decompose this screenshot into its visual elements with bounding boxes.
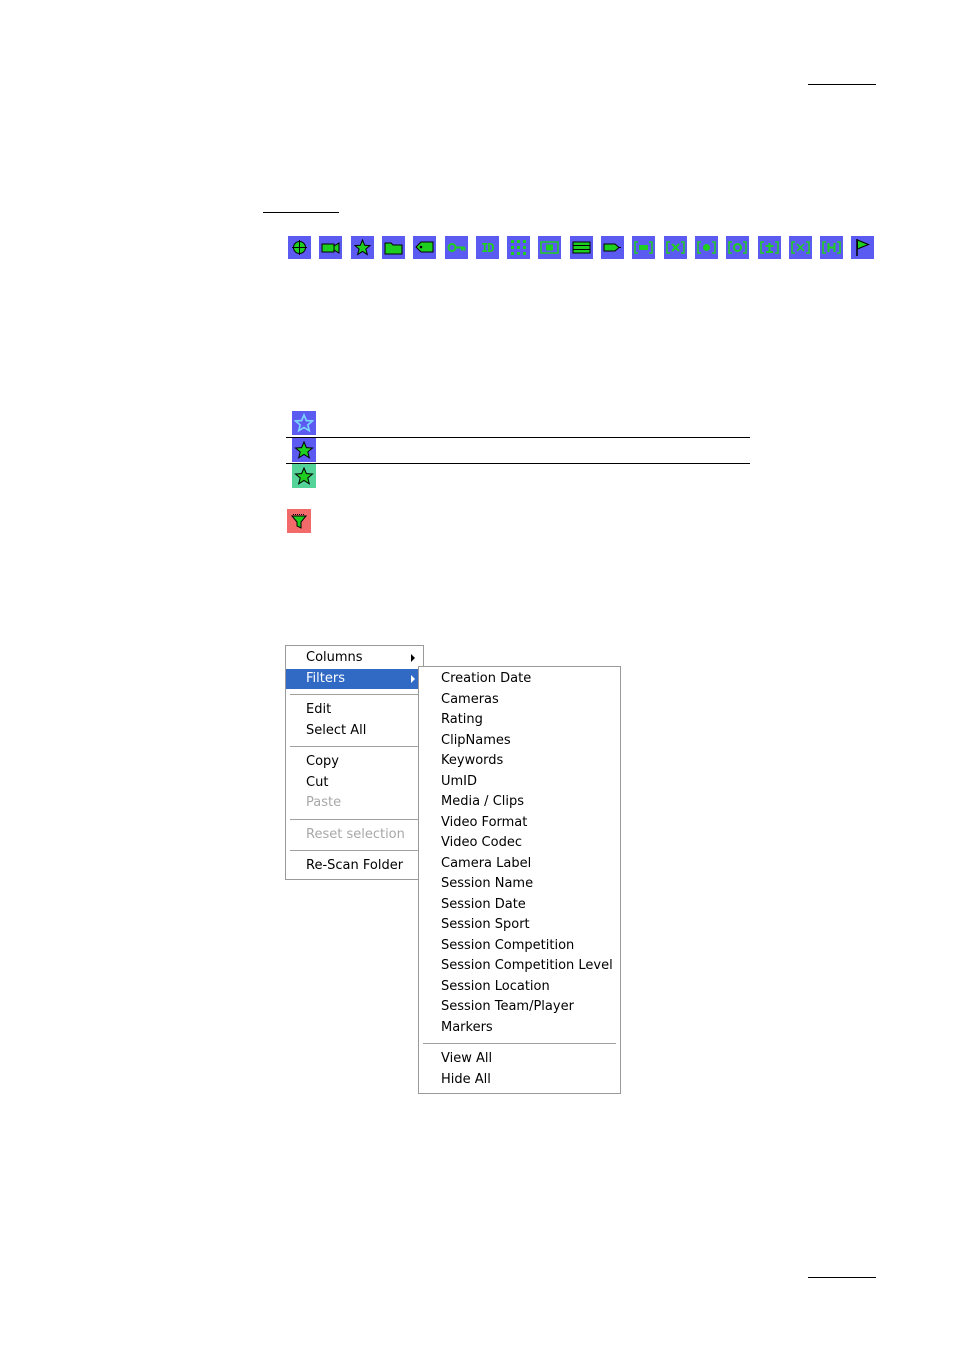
camera-icon[interactable] [319,236,343,259]
section-underline [263,212,339,213]
filter-item[interactable]: Media / Clips [419,792,620,813]
indicator-divider-1 [286,437,750,438]
filter-item[interactable]: UmID [419,772,620,793]
menu-item-select-all[interactable]: Select All [286,721,423,742]
star-outline-icon [292,411,316,435]
camera-label-icon[interactable] [632,236,656,259]
filter-item[interactable]: Creation Date [419,669,620,690]
session-date-icon[interactable] [694,236,718,259]
menu-item-copy[interactable]: Copy [286,752,423,773]
context-menu: Columns Filters Edit Select All Copy Cut… [285,645,424,880]
id-icon[interactable]: ID [475,236,499,259]
video-format-icon[interactable] [569,236,593,259]
star-icon[interactable] [350,236,374,259]
menu-separator [423,1043,616,1045]
submenu-arrow-icon [411,654,415,662]
menu-separator [290,746,419,748]
star-filled-icon [292,438,316,462]
menu-item-rescan-folder[interactable]: Re-Scan Folder [286,856,423,877]
indicator-divider-2 [286,463,750,464]
session-location-icon[interactable] [820,236,844,259]
menu-item-filters[interactable]: Filters [286,668,423,689]
filter-item[interactable]: Session Competition Level [419,956,620,977]
grid-icon[interactable] [507,236,531,259]
key-icon[interactable] [444,236,468,259]
menu-item-paste: Paste [306,795,342,810]
filter-item[interactable]: ClipNames [419,731,620,752]
filter-item[interactable]: Cameras [419,690,620,711]
video-codec-icon[interactable] [601,236,624,259]
filter-item[interactable]: Session Date [419,895,620,916]
filter-item[interactable]: Markers [419,1018,620,1039]
filter-item[interactable]: Video Codec [419,833,620,854]
target-icon[interactable] [288,236,311,259]
footer-rule [808,1277,876,1278]
menu-separator [290,694,419,696]
filter-item[interactable]: Session Name [419,874,620,895]
filter-item[interactable]: Session Competition [419,936,620,957]
submenu-arrow-icon [411,674,415,683]
filter-item[interactable]: Session Team/Player [419,997,620,1018]
menu-item-cut[interactable]: Cut [286,773,423,794]
header-rule [808,84,876,85]
flag-icon[interactable] [851,236,875,259]
menu-item-hide-all[interactable]: Hide All [419,1070,620,1091]
menu-separator [290,850,419,852]
tag-icon[interactable] [413,236,437,259]
menu-separator [290,818,419,821]
session-name-icon[interactable] [663,236,687,259]
session-level-icon[interactable] [788,236,812,259]
filter-item[interactable]: Rating [419,710,620,731]
session-sport-icon[interactable] [726,236,750,259]
id-icon-text: ID [481,240,494,255]
filter-icon [287,509,311,533]
filter-item[interactable]: Camera Label [419,854,620,875]
menu-item-edit[interactable]: Edit [286,700,423,721]
filter-item[interactable]: Session Sport [419,915,620,936]
menu-item-columns[interactable]: Columns [286,648,423,669]
menu-item-reset-selection: Reset selection [306,826,405,842]
filter-toolbar: ID [288,236,878,260]
filters-submenu: Creation Date Cameras Rating ClipNames Keywo… [418,666,621,1094]
filter-item[interactable]: Keywords [419,751,620,772]
filters-list: Creation Date Cameras Rating ClipNames Keywo… [419,669,620,1038]
filter-item[interactable]: Video Format [419,813,620,834]
session-competition-icon[interactable] [757,236,781,259]
star-active-icon [292,464,316,488]
media-clip-icon[interactable] [538,236,562,259]
folder-icon[interactable] [381,236,405,259]
menu-item-view-all[interactable]: View All [419,1049,620,1070]
filter-item[interactable]: Session Location [419,977,620,998]
